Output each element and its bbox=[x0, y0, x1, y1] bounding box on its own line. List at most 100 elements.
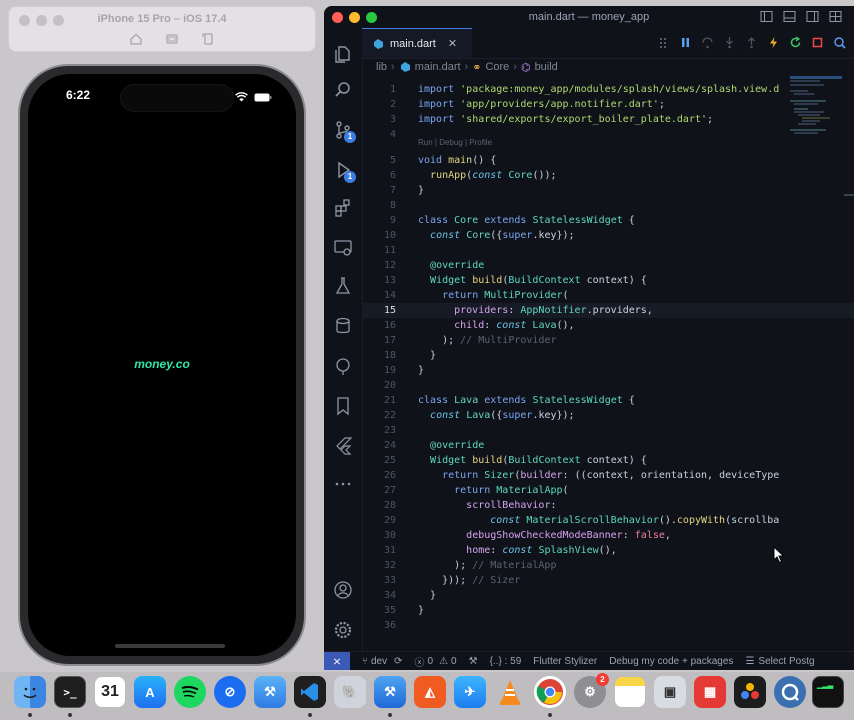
code-line[interactable]: 14 return MultiProvider( bbox=[362, 288, 854, 303]
vlc-icon[interactable] bbox=[494, 676, 526, 708]
brave-icon[interactable]: ◭ bbox=[414, 676, 446, 708]
line-number[interactable]: 19 bbox=[362, 363, 396, 378]
breadcrumb-lib[interactable]: lib bbox=[376, 61, 387, 73]
code-text[interactable]: scrollBehavior: bbox=[418, 498, 556, 513]
activity-monitor-icon[interactable]: ▁▂▃ bbox=[812, 676, 844, 708]
code-line[interactable]: 13 Widget build(BuildContext context) { bbox=[362, 273, 854, 288]
line-number[interactable]: 17 bbox=[362, 333, 396, 348]
line-number[interactable]: 20 bbox=[362, 378, 396, 393]
code-line[interactable]: 25 Widget build(BuildContext context) { bbox=[362, 453, 854, 468]
code-text[interactable]: } bbox=[418, 183, 424, 198]
chrome-icon[interactable] bbox=[534, 676, 566, 708]
line-number[interactable]: 11 bbox=[362, 243, 396, 258]
code-text[interactable]: Widget build(BuildContext context) { bbox=[418, 453, 647, 468]
breadcrumb-method[interactable]: build bbox=[535, 61, 558, 73]
screenshot-icon[interactable] bbox=[163, 31, 181, 47]
davinci-resolve-icon[interactable] bbox=[734, 676, 766, 708]
code-line[interactable]: 26 return Sizer(builder: ((context, orie… bbox=[362, 468, 854, 483]
testflight-icon[interactable]: ✈ bbox=[454, 676, 486, 708]
line-number[interactable]: 32 bbox=[362, 558, 396, 573]
debug-mode-status[interactable]: Debug my code + packages bbox=[609, 656, 733, 667]
line-number[interactable]: 26 bbox=[362, 468, 396, 483]
tab-main-dart[interactable]: main.dart ✕ bbox=[362, 28, 472, 58]
code-line[interactable]: 21 class Lava extends StatelessWidget { bbox=[362, 393, 854, 408]
line-number[interactable]: 2 bbox=[362, 97, 396, 112]
code-line[interactable]: 23 bbox=[362, 423, 854, 438]
line-number[interactable]: 4 bbox=[362, 127, 396, 142]
code-line[interactable]: 24 @override bbox=[362, 438, 854, 453]
code-line[interactable]: 1 import 'package:money_app/modules/splas… bbox=[362, 82, 854, 97]
notes-icon[interactable] bbox=[614, 676, 646, 708]
select-connection[interactable]: Select Postg bbox=[758, 656, 814, 667]
line-number[interactable]: 3 bbox=[362, 112, 396, 127]
code-line[interactable]: 9 class Core extends StatelessWidget { bbox=[362, 213, 854, 228]
code-line[interactable]: 3 import 'shared/exports/export_boiler_pl… bbox=[362, 112, 854, 127]
breadcrumb-class[interactable]: Core bbox=[485, 61, 509, 73]
code-text[interactable]: providers: AppNotifier.providers, bbox=[418, 303, 653, 318]
symbol-count[interactable]: {..} : 59 bbox=[490, 656, 522, 667]
gitlens-icon[interactable] bbox=[333, 356, 353, 376]
bookmark-icon[interactable] bbox=[333, 396, 353, 416]
close-tab-icon[interactable]: ✕ bbox=[448, 37, 457, 50]
code-line[interactable]: 18 } bbox=[362, 348, 854, 363]
search-icon[interactable] bbox=[333, 80, 353, 100]
code-text[interactable]: } bbox=[418, 603, 424, 618]
code-text[interactable]: class Core extends StatelessWidget { bbox=[418, 213, 635, 228]
code-text[interactable]: ); // MultiProvider bbox=[418, 333, 556, 348]
code-line[interactable]: 29 const MaterialScrollBehavior().copyWi… bbox=[362, 513, 854, 528]
code-line[interactable]: 36 bbox=[362, 618, 854, 633]
xcode-icon[interactable]: ⚒ bbox=[254, 676, 286, 708]
vscode-icon[interactable] bbox=[294, 676, 326, 708]
code-text[interactable]: @override bbox=[418, 438, 484, 453]
code-text[interactable]: debugShowCheckedModeBanner: false, bbox=[418, 528, 671, 543]
code-line[interactable]: 28 scrollBehavior: bbox=[362, 498, 854, 513]
quicktime-icon[interactable] bbox=[774, 676, 806, 708]
code-text[interactable]: ); // MaterialApp bbox=[418, 558, 556, 573]
code-text[interactable]: const Core({super.key}); bbox=[418, 228, 575, 243]
line-number[interactable]: 6 bbox=[362, 168, 396, 183]
code-text[interactable]: import 'package:money_app/modules/splash… bbox=[418, 82, 779, 97]
code-line[interactable]: 10 const Core({super.key}); bbox=[362, 228, 854, 243]
code-text[interactable]: } bbox=[418, 363, 424, 378]
line-number[interactable]: 18 bbox=[362, 348, 396, 363]
line-number[interactable]: 23 bbox=[362, 423, 396, 438]
home-indicator[interactable] bbox=[115, 644, 225, 648]
line-number[interactable]: 35 bbox=[362, 603, 396, 618]
code-line[interactable]: 30 debugShowCheckedModeBanner: false, bbox=[362, 528, 854, 543]
code-text[interactable]: class Lava extends StatelessWidget { bbox=[418, 393, 635, 408]
line-number[interactable]: 10 bbox=[362, 228, 396, 243]
code-line[interactable]: 12 @override bbox=[362, 258, 854, 273]
line-number[interactable]: 15 bbox=[362, 303, 396, 318]
iphone-screen[interactable]: 6:22 money.co bbox=[28, 74, 296, 656]
code-line[interactable]: 19} bbox=[362, 363, 854, 378]
extensions-icon[interactable] bbox=[333, 198, 353, 218]
code-text[interactable]: void main() { bbox=[418, 153, 496, 168]
code-line[interactable]: 33 })); // Sizer bbox=[362, 573, 854, 588]
step-out-icon[interactable] bbox=[745, 36, 758, 54]
testing-icon[interactable] bbox=[333, 276, 353, 296]
toggle-panel-icon[interactable] bbox=[783, 10, 796, 28]
line-number[interactable]: 12 bbox=[362, 258, 396, 273]
line-number[interactable]: 25 bbox=[362, 453, 396, 468]
database-icon[interactable] bbox=[333, 316, 353, 336]
git-branch[interactable]: ⑂ dev ⟳ bbox=[362, 656, 403, 667]
code-line[interactable]: 6 runApp(const Core()); bbox=[362, 168, 854, 183]
line-number[interactable]: 14 bbox=[362, 288, 396, 303]
code-text[interactable]: home: const SplashView(), bbox=[418, 543, 617, 558]
line-number[interactable]: 7 bbox=[362, 183, 396, 198]
remote-explorer-icon[interactable] bbox=[333, 238, 353, 258]
line-number[interactable]: 30 bbox=[362, 528, 396, 543]
filezilla-icon[interactable]: ▦ bbox=[694, 676, 726, 708]
simulator-icon[interactable]: ⚒ bbox=[374, 676, 406, 708]
code-line[interactable]: 22 const Lava({super.key}); bbox=[362, 408, 854, 423]
customize-layout-icon[interactable] bbox=[829, 10, 842, 28]
problems-indicator[interactable]: ⓧ 0 ⚠ 0 bbox=[415, 654, 457, 669]
step-over-icon[interactable] bbox=[701, 36, 714, 54]
source-control-icon[interactable]: 1 bbox=[333, 120, 356, 143]
code-line[interactable]: 35} bbox=[362, 603, 854, 618]
code-line[interactable]: 16 child: const Lava(), bbox=[362, 318, 854, 333]
code-text[interactable]: import 'shared/exports/export_boiler_pla… bbox=[418, 112, 713, 127]
explorer-icon[interactable] bbox=[333, 44, 353, 64]
toggle-sidebar-icon[interactable] bbox=[760, 10, 773, 28]
code-text[interactable]: import 'app/providers/app.notifier.dart'… bbox=[418, 97, 665, 112]
